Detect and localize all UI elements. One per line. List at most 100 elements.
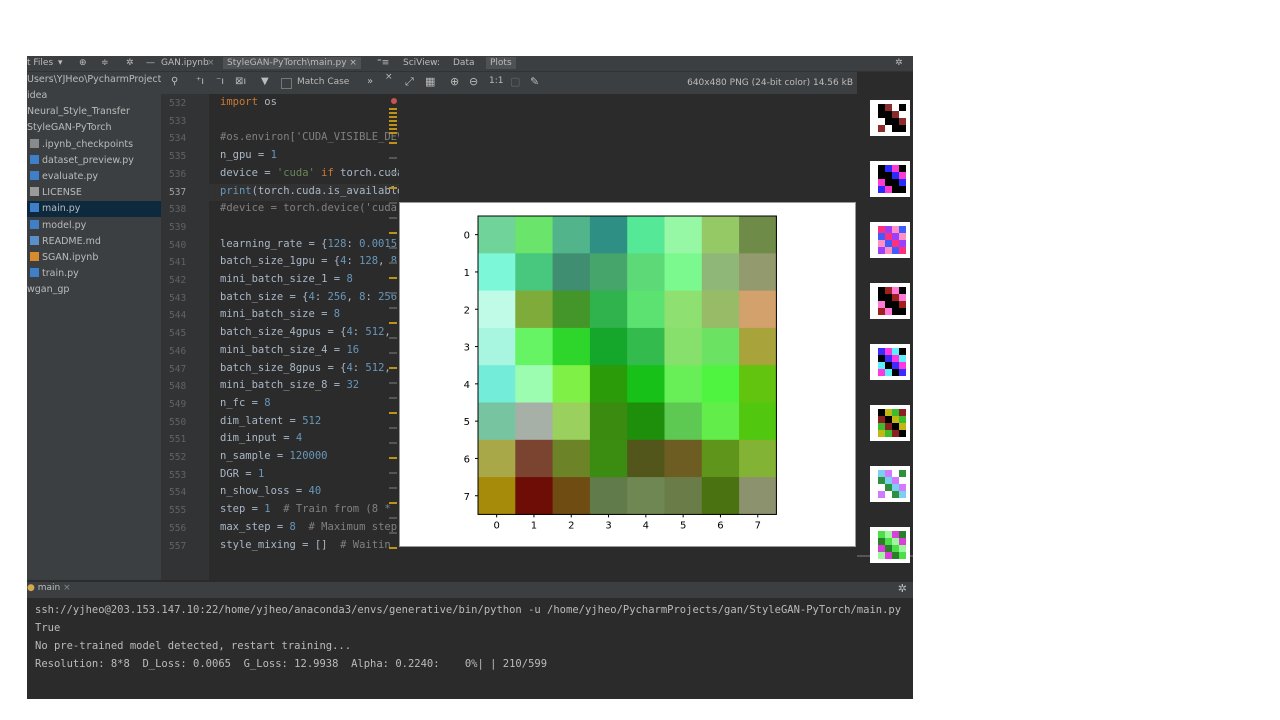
- tree-item--ipynb-checkpoints[interactable]: .ipynb_checkpoints: [27, 137, 133, 153]
- warning-marker[interactable]: [389, 132, 397, 134]
- code-line[interactable]: mini_batch_size_1 = 8: [220, 273, 353, 285]
- search-icon[interactable]: ⚲: [171, 76, 178, 87]
- scroll-marker[interactable]: [389, 532, 397, 534]
- scroll-marker[interactable]: [389, 472, 397, 474]
- code-line[interactable]: DGR = 1: [220, 468, 264, 480]
- gear-icon[interactable]: ✲: [126, 57, 134, 69]
- plot-thumbnail[interactable]: [870, 100, 910, 136]
- warning-marker[interactable]: [389, 128, 397, 130]
- scroll-marker[interactable]: [389, 232, 397, 234]
- scroll-marker[interactable]: [389, 502, 397, 504]
- scroll-marker[interactable]: [389, 367, 397, 369]
- scroll-marker[interactable]: [389, 412, 397, 414]
- color-picker-icon[interactable]: ✎: [530, 75, 539, 88]
- plot-thumbnail[interactable]: [870, 527, 910, 563]
- collapse-icon[interactable]: ≑: [101, 57, 109, 69]
- run-console[interactable]: ssh://yjheo@203.153.147.10:22/home/yjheo…: [27, 598, 913, 699]
- code-line[interactable]: learning_rate = {128: 0.0015,: [220, 238, 403, 250]
- minimize-icon[interactable]: —: [146, 57, 155, 69]
- scroll-marker[interactable]: [389, 277, 397, 279]
- filter-icon[interactable]: ▼: [261, 76, 269, 87]
- warning-marker[interactable]: [389, 120, 397, 122]
- tree-item-wgan-gp[interactable]: wgan_gp: [27, 282, 69, 298]
- scroll-marker[interactable]: [389, 397, 397, 399]
- code-line[interactable]: max_step = 8 # Maximum step: [220, 521, 397, 533]
- scroll-marker[interactable]: [389, 247, 397, 249]
- tab-gan-notebook[interactable]: GAN.ipynb: [161, 57, 209, 69]
- scroll-marker[interactable]: [389, 142, 397, 144]
- scroll-marker[interactable]: [389, 217, 397, 219]
- project-root-path[interactable]: Users\YJHeo\PycharmProject: [27, 72, 161, 88]
- code-line[interactable]: #device = torch.device('cuda: [220, 202, 397, 214]
- tree-item-stylegan-pytorch[interactable]: StyleGAN-PyTorch: [27, 120, 112, 136]
- code-line[interactable]: #os.environ['CUDA_VISIBLE_DEV: [220, 131, 403, 143]
- add-occurrence-icon[interactable]: ⁺ı: [196, 76, 204, 87]
- code-editor[interactable]: 532 import os 533 534 #os.environ['CUDA_VISI…: [161, 94, 403, 580]
- chevron-down-icon[interactable]: ▾: [58, 57, 63, 69]
- tab-list-icon[interactable]: ⁼≡: [377, 57, 389, 69]
- scroll-marker[interactable]: [389, 157, 397, 159]
- scroll-marker[interactable]: [389, 487, 397, 489]
- scroll-marker[interactable]: [389, 517, 397, 519]
- code-line[interactable]: device = 'cuda' if torch.cuda: [220, 167, 403, 179]
- warning-marker[interactable]: [389, 112, 397, 114]
- code-line[interactable]: batch_size_1gpu = {4: 128, 8:: [220, 255, 403, 267]
- grid-icon[interactable]: ▦: [425, 75, 435, 88]
- close-find-icon[interactable]: ×: [385, 72, 393, 82]
- warning-marker[interactable]: [389, 124, 397, 126]
- background-icon[interactable]: ▢: [510, 75, 520, 88]
- select-all-icon[interactable]: ⊠ı: [235, 76, 246, 87]
- tree-item-readme-md[interactable]: README.md: [27, 234, 101, 250]
- console-settings-gear-icon[interactable]: ✲: [898, 582, 907, 595]
- tree-item-evaluate-py[interactable]: evaluate.py: [27, 169, 98, 185]
- remove-occurrence-icon[interactable]: ⁻ı: [216, 76, 224, 87]
- tree-item-dataset-preview-py[interactable]: dataset_preview.py: [27, 153, 134, 169]
- tab-data[interactable]: Data: [453, 57, 475, 69]
- code-line[interactable]: mini_batch_size = 8: [220, 308, 340, 320]
- plot-thumbnail[interactable]: [870, 283, 910, 319]
- scroll-marker[interactable]: [389, 457, 397, 459]
- code-line[interactable]: import os: [220, 96, 277, 108]
- code-line[interactable]: batch_size_8gpus = {4: 512,: [220, 362, 391, 374]
- scroll-marker[interactable]: [389, 262, 397, 264]
- run-tab-main[interactable]: ● main ×: [27, 583, 71, 593]
- warning-marker[interactable]: [389, 108, 397, 110]
- scroll-marker[interactable]: [389, 292, 397, 294]
- tab-plots[interactable]: Plots: [486, 57, 516, 69]
- code-line[interactable]: batch_size = {4: 256, 8: 256,: [220, 291, 403, 303]
- tree-item-sgan-ipynb[interactable]: SGAN.ipynb: [27, 250, 98, 266]
- code-line[interactable]: n_show_loss = 40: [220, 485, 321, 497]
- scroll-marker[interactable]: [389, 547, 397, 549]
- plot-thumbnail[interactable]: [870, 222, 910, 258]
- tree-item-train-py[interactable]: train.py: [27, 266, 79, 282]
- actual-size-button[interactable]: 1:1: [489, 76, 503, 86]
- plot-thumbnail[interactable]: [870, 344, 910, 380]
- settings-gear-icon[interactable]: ✲: [895, 57, 903, 69]
- code-line[interactable]: mini_batch_size_8 = 32: [220, 379, 359, 391]
- plot-thumbnail[interactable]: [870, 405, 910, 441]
- plot-thumbnail[interactable]: [870, 161, 910, 197]
- plot-thumbnail[interactable]: [870, 466, 910, 502]
- match-case-checkbox[interactable]: [281, 78, 292, 89]
- tree-item-main-py[interactable]: main.py: [27, 201, 164, 218]
- code-line[interactable]: mini_batch_size_4 = 16: [220, 344, 359, 356]
- tree-item-license[interactable]: LICENSE: [27, 185, 82, 201]
- tree-item-neural-style-transfer[interactable]: Neural_Style_Transfer: [27, 104, 130, 120]
- more-options-icon[interactable]: »: [367, 76, 373, 87]
- code-line[interactable]: batch_size_4gpus = {4: 512,: [220, 326, 391, 338]
- code-line[interactable]: n_gpu = 1: [220, 149, 277, 161]
- tree-item-idea[interactable]: idea: [27, 88, 47, 104]
- close-tab-icon[interactable]: ×: [207, 57, 215, 69]
- scroll-marker[interactable]: [389, 322, 397, 324]
- code-line[interactable]: n_sample = 120000: [220, 450, 327, 462]
- scroll-marker[interactable]: [389, 187, 397, 189]
- scroll-marker[interactable]: [389, 382, 397, 384]
- code-line[interactable]: style_mixing = [] # Waitin: [220, 539, 391, 551]
- zoom-in-icon[interactable]: ⊕: [450, 75, 459, 88]
- tab-main-py[interactable]: StyleGAN-PyTorch\main.py ×: [223, 57, 361, 69]
- scroll-marker[interactable]: [389, 442, 397, 444]
- error-indicator-icon[interactable]: [391, 98, 397, 104]
- scroll-marker[interactable]: [389, 352, 397, 354]
- scroll-marker[interactable]: [389, 172, 397, 174]
- close-run-tab-icon[interactable]: ×: [63, 583, 71, 593]
